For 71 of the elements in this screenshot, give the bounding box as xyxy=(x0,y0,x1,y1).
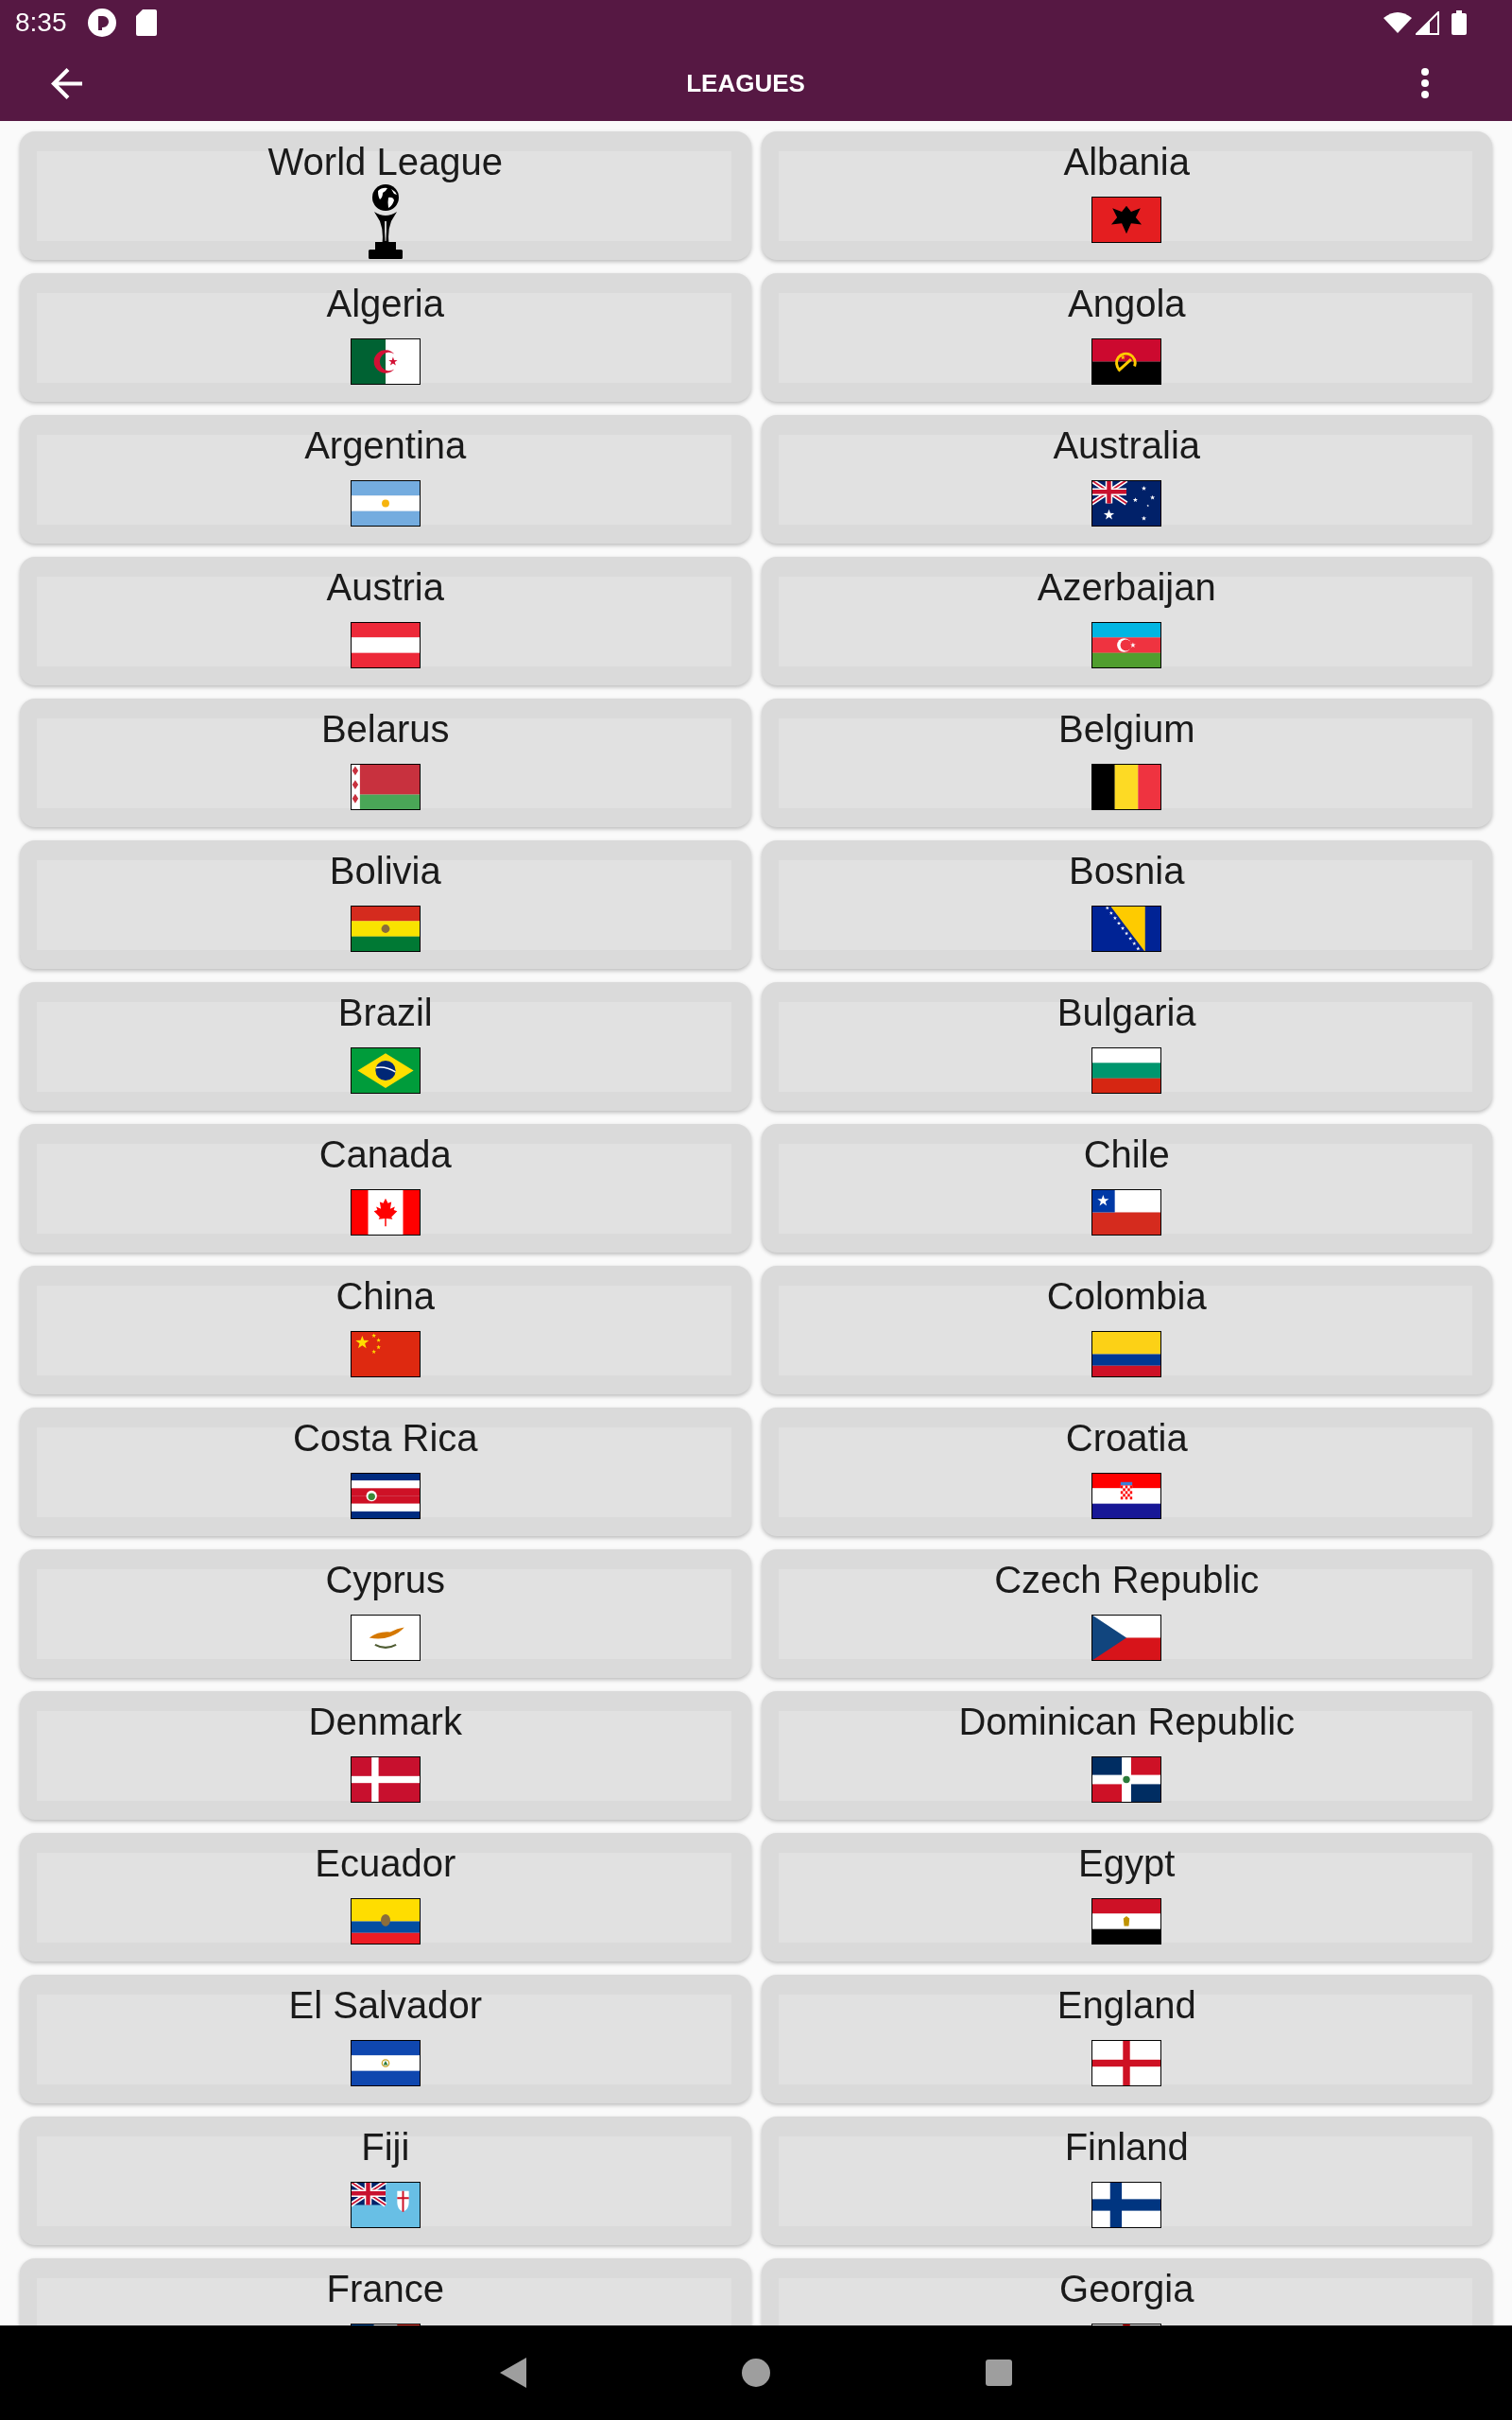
flag-icon xyxy=(350,764,421,810)
league-card[interactable]: Ecuador xyxy=(20,1833,751,1962)
flag-icon xyxy=(350,338,421,385)
league-card[interactable]: Argentina xyxy=(20,415,751,544)
league-card[interactable]: Cyprus xyxy=(20,1549,751,1678)
flag-icon xyxy=(1091,622,1162,668)
league-card[interactable]: Finland xyxy=(761,2117,1492,2245)
flag-icon xyxy=(1091,1615,1162,1661)
league-card[interactable]: Bulgaria xyxy=(761,982,1492,1111)
flag-icon xyxy=(350,2040,421,2086)
flag-icon xyxy=(350,480,421,527)
league-card[interactable]: Dominican Republic xyxy=(761,1691,1492,1820)
square-icon xyxy=(986,2360,1012,2386)
notification-icon xyxy=(87,9,116,37)
league-card[interactable]: Colombia xyxy=(761,1266,1492,1394)
flag-icon xyxy=(1091,338,1162,385)
league-card[interactable]: Costa Rica xyxy=(20,1408,751,1536)
flag-icon xyxy=(1091,764,1162,810)
signal-icon xyxy=(1416,10,1439,35)
flag-icon xyxy=(350,1898,421,1945)
flag-icon xyxy=(1091,2182,1162,2228)
wifi-icon xyxy=(1383,12,1412,33)
battery-icon xyxy=(1452,10,1467,35)
flag-icon xyxy=(350,1189,421,1236)
flag-icon xyxy=(1091,480,1162,527)
flag-icon xyxy=(1091,1756,1162,1803)
league-card[interactable]: World League xyxy=(20,131,751,260)
circle-icon xyxy=(742,2359,770,2387)
league-card[interactable]: Algeria xyxy=(20,273,751,402)
league-card[interactable]: Bosnia xyxy=(761,840,1492,969)
league-card[interactable]: Belgium xyxy=(761,699,1492,827)
screen-title: LEAGUES xyxy=(685,68,806,98)
league-card[interactable]: Croatia xyxy=(761,1408,1492,1536)
league-card[interactable]: Denmark xyxy=(20,1691,751,1820)
status-time: 8:35 xyxy=(15,8,67,38)
flag-icon xyxy=(350,1331,421,1377)
league-card[interactable]: Brazil xyxy=(20,982,751,1111)
league-card[interactable]: Czech Republic xyxy=(761,1549,1492,1678)
league-card[interactable]: Albania xyxy=(761,131,1492,260)
flag-icon xyxy=(350,1473,421,1519)
flag-icon xyxy=(1091,1189,1162,1236)
league-card[interactable]: Austria xyxy=(20,557,751,685)
more-options-icon xyxy=(1421,68,1429,98)
league-card[interactable]: Australia xyxy=(761,415,1492,544)
flag-icon xyxy=(350,2182,421,2228)
flag-icon xyxy=(350,1047,421,1094)
flag-icon xyxy=(350,1615,421,1661)
flag-icon xyxy=(1091,2040,1162,2086)
flag-icon xyxy=(350,1756,421,1803)
league-card[interactable]: Canada xyxy=(20,1124,751,1253)
flag-icon xyxy=(1091,906,1162,952)
league-card[interactable]: China xyxy=(20,1266,751,1394)
flag-icon xyxy=(1091,1047,1162,1094)
flag-icon xyxy=(350,906,421,952)
league-card[interactable]: Belarus xyxy=(20,699,751,827)
flag-icon xyxy=(1091,1331,1162,1377)
flag-icon xyxy=(1091,197,1162,243)
league-card[interactable]: Fiji xyxy=(20,2117,751,2245)
league-card[interactable]: Bolivia xyxy=(20,840,751,969)
league-card[interactable]: England xyxy=(761,1975,1492,2103)
league-card[interactable]: El Salvador xyxy=(20,1975,751,2103)
league-card[interactable]: Egypt xyxy=(761,1833,1492,1962)
triangle-icon xyxy=(500,2358,526,2388)
flag-icon xyxy=(350,622,421,668)
league-card[interactable]: Angola xyxy=(761,273,1492,402)
league-card[interactable]: Chile xyxy=(761,1124,1492,1253)
sd-card-icon xyxy=(135,9,157,36)
league-card[interactable]: Azerbaijan xyxy=(761,557,1492,685)
back-arrow-icon xyxy=(50,67,82,99)
flag-icon xyxy=(1091,1898,1162,1945)
flag-icon xyxy=(1091,1473,1162,1519)
